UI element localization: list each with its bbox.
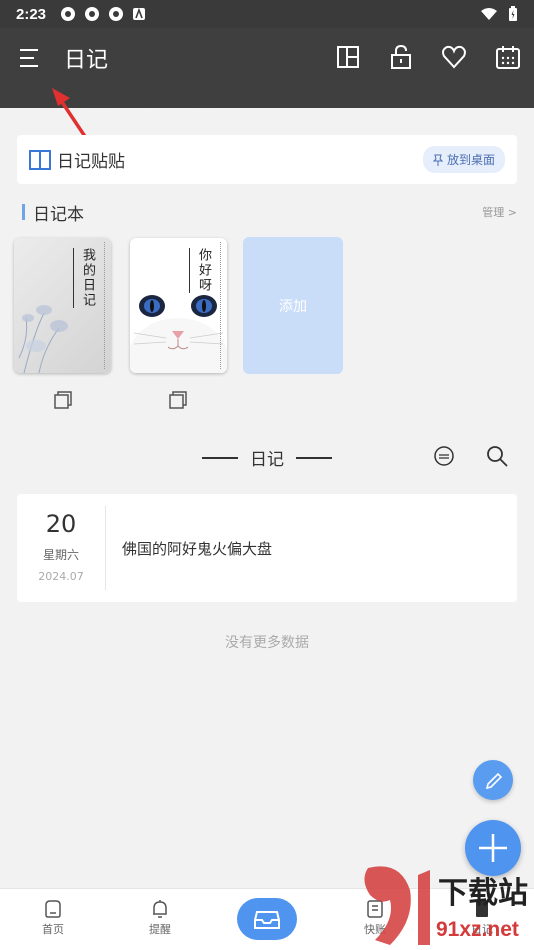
inbox-icon <box>254 911 280 929</box>
notebook-section-title: 日记本 <box>33 204 84 225</box>
status-system-icons <box>480 6 518 22</box>
manage-link[interactable]: 管理 > <box>482 204 517 220</box>
sticker-book-icon <box>29 149 51 170</box>
put-to-desktop-button[interactable]: 放到桌面 <box>422 146 505 173</box>
battery-icon <box>509 6 517 21</box>
status-notification-icons <box>60 6 146 22</box>
put-to-desktop-label: 放到桌面 <box>446 153 495 167</box>
entry-text: 佛国的阿好鬼火偏大盘 <box>122 540 273 558</box>
notebook-title: 你好呀 <box>189 248 213 293</box>
entry-divider <box>105 506 106 590</box>
site-watermark: 下载站 91xz.net <box>360 860 534 950</box>
no-more-data-label: 没有更多数据 <box>225 635 309 651</box>
entry-month: 2024.07 <box>38 570 84 583</box>
entry-day: 20 <box>45 510 77 538</box>
watermark-text: 下载站 <box>438 876 528 911</box>
pin-icon <box>432 154 443 166</box>
diary-section-header: 日记 <box>0 445 534 471</box>
calendar-icon[interactable] <box>495 44 521 70</box>
watermark-url: 91xz.net <box>436 918 519 941</box>
sticker-label: 日记贴贴 <box>57 152 125 172</box>
nav-item-inbox[interactable] <box>237 898 297 940</box>
section-accent-bar <box>22 204 25 220</box>
filter-icon[interactable] <box>433 445 455 467</box>
entry-weekday: 星期六 <box>42 548 79 562</box>
lock-icon[interactable] <box>388 44 414 70</box>
notebook-section-header: 日记本 管理 > <box>22 200 517 225</box>
search-icon[interactable] <box>486 445 508 467</box>
copy-icon[interactable] <box>54 391 72 409</box>
bell-icon <box>153 900 167 918</box>
notebook-cover[interactable]: 你好呀 <box>130 238 227 373</box>
diary-entry-card[interactable]: 20 星期六 2024.07 佛国的阿好鬼火偏大盘 <box>17 494 517 602</box>
diary-sticker-card[interactable]: 日记贴贴 放到桌面 <box>17 135 517 184</box>
heart-icon[interactable] <box>441 44 467 70</box>
copy-icon[interactable] <box>169 391 187 409</box>
home-icon <box>45 900 61 918</box>
notification-app-icon <box>85 7 100 21</box>
notebook-cover[interactable]: 我的日记 <box>14 238 111 373</box>
notification-app-icon <box>61 7 76 21</box>
nav-label: 提醒 <box>149 923 171 936</box>
notebook-title: 我的日记 <box>73 248 97 308</box>
nav-item-reminder[interactable]: 提醒 <box>130 899 190 937</box>
menu-icon[interactable] <box>16 44 44 72</box>
status-time: 2:23 <box>16 5 47 23</box>
layout-icon[interactable] <box>335 44 361 70</box>
nav-label: 首页 <box>42 923 64 936</box>
book-stitch <box>220 242 221 369</box>
write-diary-fab[interactable] <box>473 760 513 800</box>
status-bar: 2:23 <box>0 0 534 28</box>
notification-a-icon <box>133 7 146 20</box>
wifi-icon <box>481 8 497 20</box>
divider-line <box>296 457 332 459</box>
page-title: 日记 <box>64 48 109 73</box>
notification-app-icon <box>109 7 124 21</box>
pencil-icon <box>485 772 503 790</box>
book-stitch <box>104 242 105 369</box>
add-notebook-button[interactable]: 添加 <box>243 237 343 374</box>
nav-item-home[interactable]: 首页 <box>23 899 83 937</box>
